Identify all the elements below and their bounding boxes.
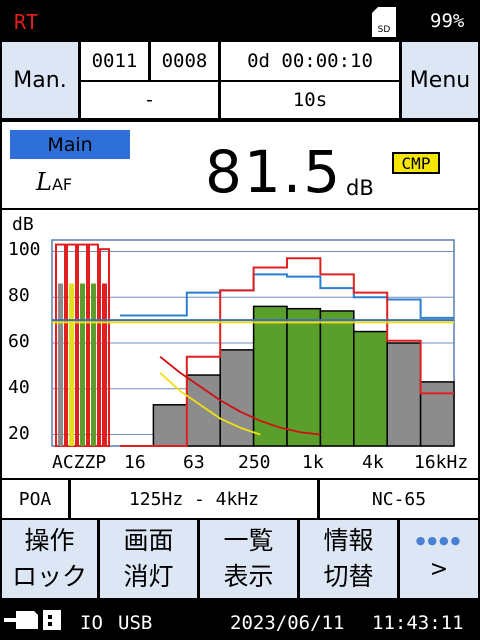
button-line1: 画面 — [123, 526, 174, 555]
button-line1: 一覧 — [223, 526, 274, 555]
band-bar — [152, 404, 188, 447]
band-bar — [353, 330, 388, 447]
info-nc: NC-65 — [320, 480, 478, 518]
band-bar — [319, 310, 355, 447]
info-range: 125Hz - 4kHz — [71, 480, 317, 518]
overall-bar — [91, 283, 96, 446]
overall-bar — [58, 283, 63, 446]
connection-icon — [4, 608, 62, 636]
x-tick-label: 1k — [302, 452, 324, 473]
x-tick-label: 4k — [362, 452, 384, 473]
x-tick-label: 63 — [183, 452, 205, 473]
info-source: POA — [2, 480, 68, 518]
io-indicator: IO — [80, 612, 103, 634]
band-bar — [186, 374, 221, 447]
info-switch-button[interactable]: 情報 切替 — [300, 520, 397, 598]
next-page-button[interactable]: ●●●● > — [400, 520, 478, 598]
band-bar — [286, 307, 322, 447]
time-readout: 11:43:11 — [372, 612, 464, 634]
button-line2: ロック — [11, 562, 87, 591]
spectrum-chart — [51, 239, 455, 447]
chevron-right-icon: > — [429, 557, 449, 582]
x-tick-label: 16 — [124, 452, 146, 473]
page-dots-indicator: ●●●● — [415, 534, 463, 547]
button-line2: 消灯 — [123, 562, 174, 591]
button-line2: 切替 — [323, 562, 374, 591]
overall-bar — [80, 283, 85, 446]
x-tick-label: 16kHz — [414, 452, 469, 473]
button-line2: 表示 — [223, 562, 274, 591]
usb-indicator: USB — [118, 612, 153, 634]
button-line1: 操作 — [24, 526, 75, 555]
x-tick-label: ACZZP — [52, 452, 107, 473]
overall-bar — [102, 283, 107, 446]
date-readout: 2023/06/11 — [230, 612, 345, 634]
x-tick-label: 250 — [238, 452, 271, 473]
list-view-button[interactable]: 一覧 表示 — [200, 520, 297, 598]
band-bar — [219, 349, 255, 447]
band-bar — [419, 381, 455, 447]
screen-off-button[interactable]: 画面 消灯 — [100, 520, 197, 598]
overall-bar — [69, 283, 74, 446]
button-line1: 情報 — [323, 526, 374, 555]
band-bar — [386, 342, 422, 447]
lock-operation-button[interactable]: 操作 ロック — [2, 520, 97, 598]
